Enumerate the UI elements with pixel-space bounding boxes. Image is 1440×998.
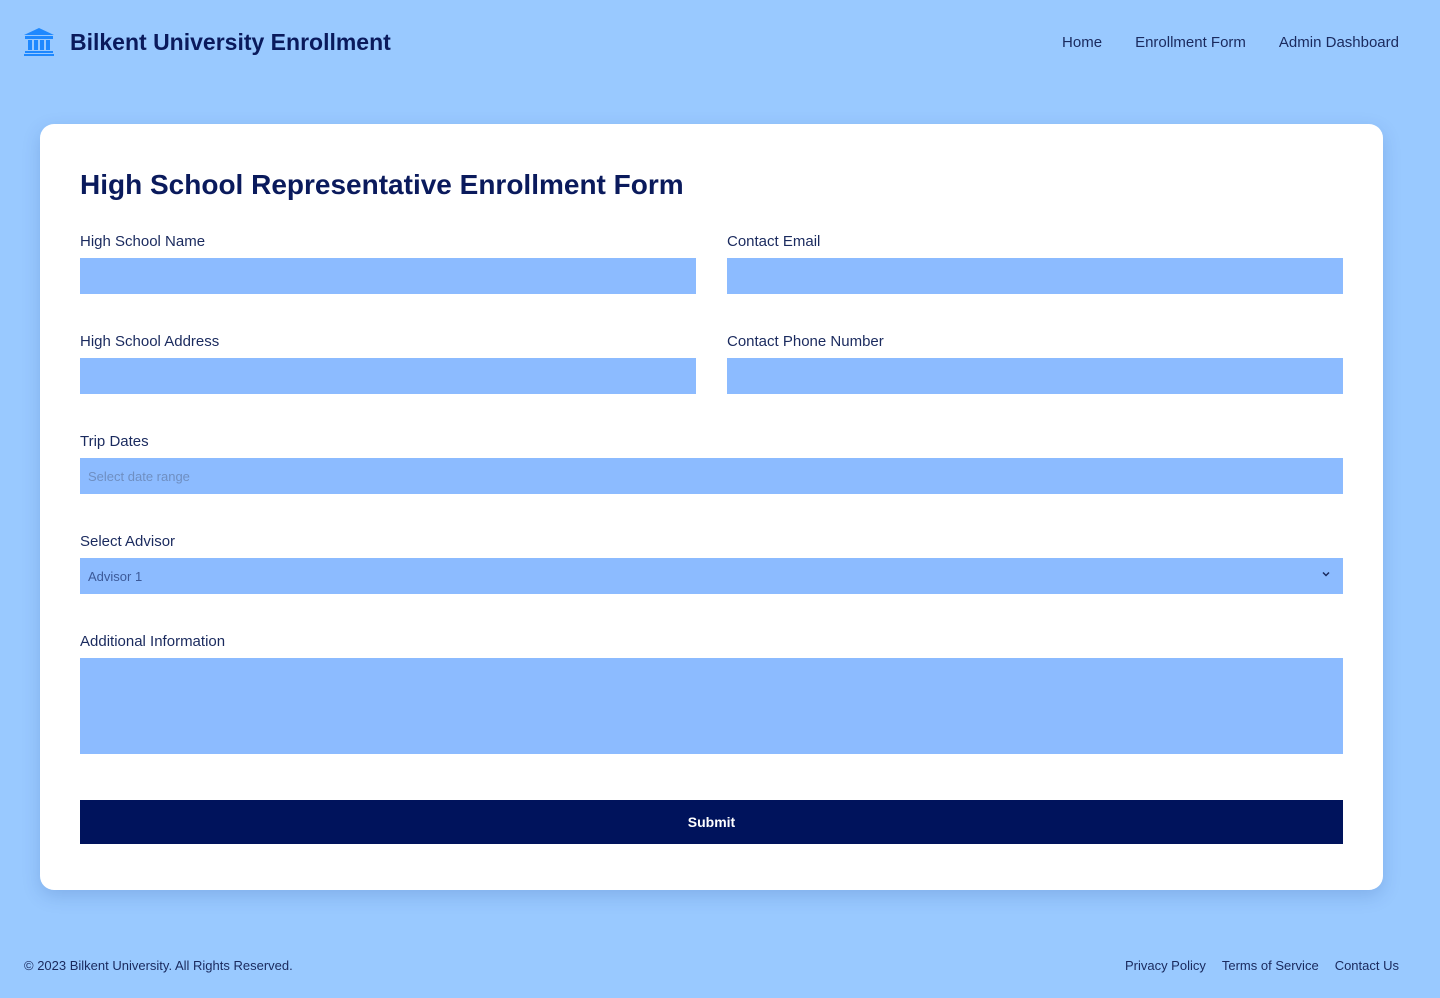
nav-link-home[interactable]: Home: [1062, 34, 1102, 51]
trip-dates-label: Trip Dates: [80, 433, 149, 450]
advisor-label: Select Advisor: [80, 533, 176, 550]
chevron-down-icon: [1321, 569, 1331, 579]
high-school-address-field: High School Address: [80, 332, 696, 394]
trip-dates-input[interactable]: [80, 458, 1343, 494]
form-title: High School Representative Enrollment Fo…: [80, 169, 684, 200]
footer-links: Privacy Policy Terms of Service Contact …: [1125, 958, 1399, 973]
form-grid: High School Name Contact Email: [80, 232, 1343, 294]
additional-info-field: Additional Information: [80, 632, 1343, 754]
nav-link-admin-dashboard[interactable]: Admin Dashboard: [1279, 34, 1399, 51]
main-nav: Home Enrollment Form Admin Dashboard: [1062, 34, 1399, 51]
advisor-selected-value[interactable]: Advisor 1: [80, 558, 1343, 594]
high-school-address-label: High School Address: [80, 333, 220, 350]
additional-info-label: Additional Information: [80, 633, 226, 650]
high-school-name-input[interactable]: [80, 258, 696, 294]
footer-link-contact-us[interactable]: Contact Us: [1335, 958, 1399, 973]
advisor-field: Select Advisor Advisor 1: [80, 532, 1343, 594]
high-school-name-field: High School Name: [80, 232, 696, 294]
advisor-select[interactable]: Advisor 1: [80, 558, 1343, 594]
site-header: Bilkent University Enrollment Home Enrol…: [0, 0, 1440, 84]
contact-email-input[interactable]: [727, 258, 1343, 294]
submit-button[interactable]: Submit: [80, 800, 1343, 844]
footer-link-terms-of-service[interactable]: Terms of Service: [1222, 958, 1319, 973]
contact-phone-input[interactable]: [727, 358, 1343, 394]
trip-dates-field: Trip Dates: [80, 432, 1343, 494]
brand[interactable]: Bilkent University Enrollment: [24, 28, 391, 56]
contact-phone-label: Contact Phone Number: [727, 333, 884, 350]
contact-phone-field: Contact Phone Number: [727, 332, 1343, 394]
university-building-icon: [24, 28, 54, 56]
nav-link-enrollment-form[interactable]: Enrollment Form: [1135, 34, 1246, 51]
high-school-address-input[interactable]: [80, 358, 696, 394]
footer-link-privacy-policy[interactable]: Privacy Policy: [1125, 958, 1206, 973]
contact-email-field: Contact Email: [727, 232, 1343, 294]
additional-info-textarea[interactable]: [80, 658, 1343, 754]
high-school-name-label: High School Name: [80, 233, 206, 250]
enrollment-form-card: High School Representative Enrollment Fo…: [40, 124, 1383, 890]
copyright-text: © 2023 Bilkent University. All Rights Re…: [24, 957, 293, 973]
contact-email-label: Contact Email: [727, 233, 821, 250]
form-grid-row-2: High School Address Contact Phone Number: [80, 332, 1343, 394]
site-title: Bilkent University Enrollment: [70, 28, 391, 55]
site-footer: © 2023 Bilkent University. All Rights Re…: [0, 950, 1440, 980]
